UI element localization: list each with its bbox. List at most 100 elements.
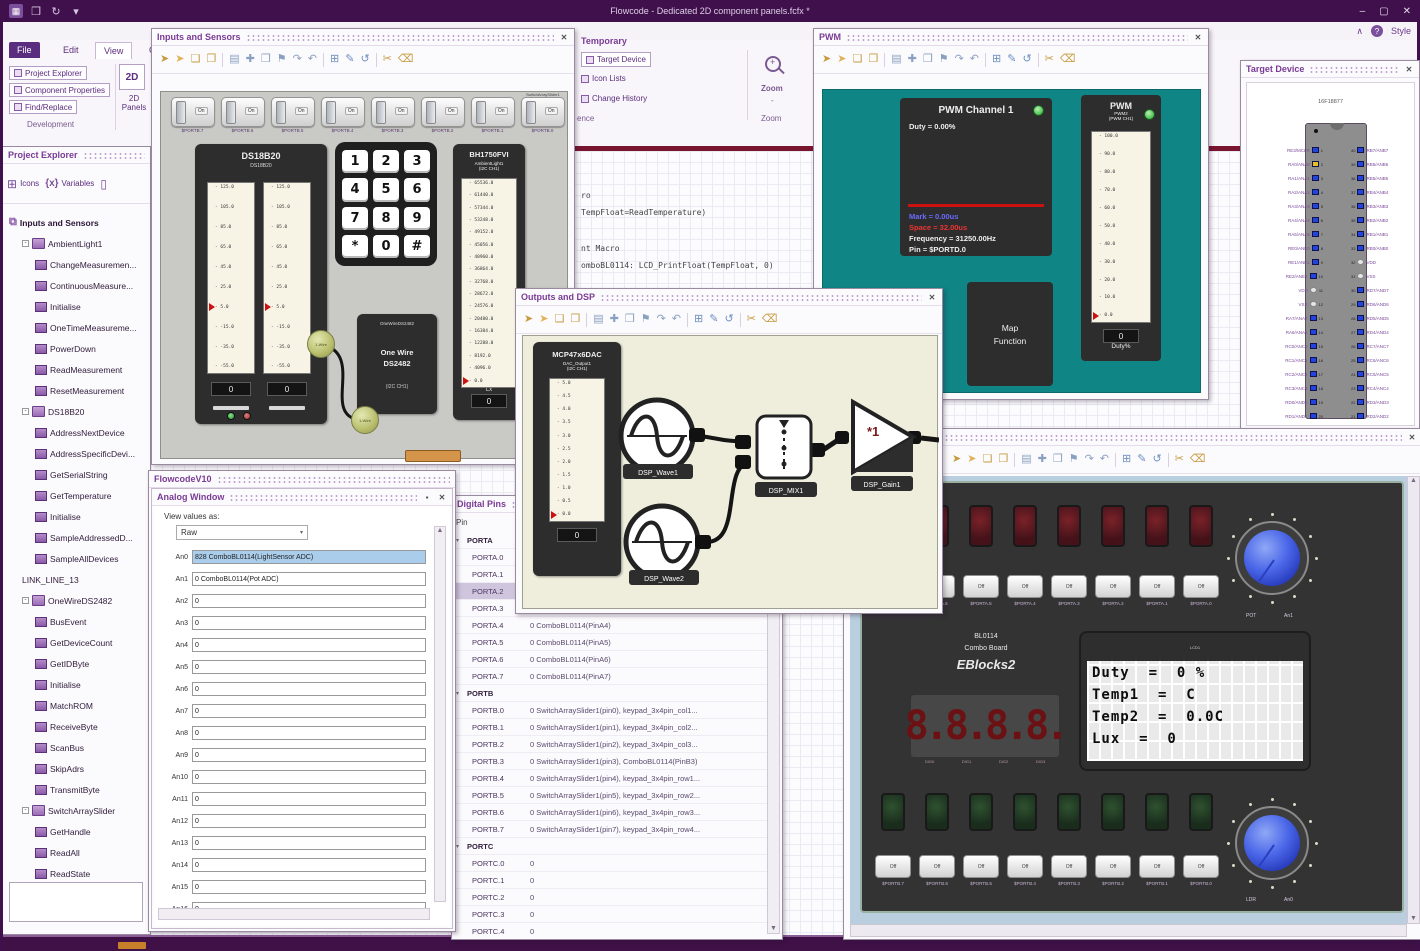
tool-icon[interactable]: ↷ — [293, 54, 302, 65]
pin-row[interactable]: PORTB.6 0 SwitchArraySlider1(pin6), keypa… — [454, 804, 768, 821]
knob-ball[interactable] — [1244, 815, 1300, 871]
pin-row[interactable]: PORTA.6 0 ComboBL0114(PinA6) — [454, 651, 768, 668]
toggle-switch[interactable]: On — [170, 97, 215, 127]
analog-value-field[interactable]: 0 — [192, 594, 426, 608]
switch-lever[interactable] — [275, 101, 286, 124]
duty-value[interactable]: 0 — [1103, 329, 1139, 343]
analog-value-field[interactable]: 0 — [192, 748, 426, 762]
tree-item[interactable]: - SwitchArraySlider — [22, 800, 115, 821]
tree-item[interactable]: ⧉ Inputs and Sensors — [9, 212, 99, 233]
tab-view[interactable]: View — [95, 42, 133, 59]
pin-group-row[interactable]: ▾ PORTC — [454, 838, 768, 855]
save-icon[interactable]: ❒ — [29, 4, 43, 18]
tree-item[interactable]: SampleAddressedD... — [35, 527, 133, 548]
tool-icon[interactable]: ➤ — [524, 314, 533, 325]
port-toggle-button[interactable]: Off — [1183, 855, 1219, 878]
tool-icon[interactable]: ▤ — [1021, 454, 1031, 465]
pin-row[interactable]: PORTC.1 0 — [454, 872, 768, 889]
tool-icon[interactable]: ❒ — [923, 54, 933, 65]
analog-value-field[interactable]: 0 — [192, 880, 426, 894]
tool-icon[interactable]: ❏ — [852, 54, 862, 65]
pin-row[interactable]: PORTC.0 0 — [454, 855, 768, 872]
tab-edit[interactable]: Edit — [55, 42, 87, 58]
tool-icon[interactable]: ➤ — [822, 54, 831, 65]
keypad-key[interactable]: 0 — [373, 234, 399, 258]
tool-icon[interactable]: ↶ — [1100, 454, 1109, 465]
pwm-slider-component[interactable]: PWM PWM2 (PWM CH1) - 100.0- 90.0- 80.0- … — [1081, 95, 1161, 361]
port-toggle-button[interactable]: Off — [963, 855, 999, 878]
tree-item[interactable]: ContinuousMeasure... — [35, 275, 133, 296]
tool-icon[interactable]: ❏ — [554, 314, 564, 325]
keypad-key[interactable]: 8 — [373, 206, 399, 230]
tool-icon[interactable]: ❒ — [625, 314, 635, 325]
toggle-switch[interactable]: On — [520, 97, 565, 127]
switch-lever[interactable] — [475, 101, 486, 124]
toggle-switch[interactable]: On — [470, 97, 515, 127]
tree-item[interactable]: SampleAllDevices — [35, 548, 119, 569]
minimize-button[interactable]: – — [1360, 6, 1366, 17]
help-icon[interactable]: ? — [1370, 25, 1383, 37]
switch-lever[interactable] — [525, 101, 536, 124]
tool-icon[interactable]: ⌫ — [762, 314, 778, 325]
tool-icon[interactable]: ↶ — [970, 54, 979, 65]
tree-item[interactable]: LINK_LINE_13 — [22, 569, 79, 590]
tool-icon[interactable]: ▤ — [229, 54, 239, 65]
toggle-change-history[interactable]: Change History — [581, 94, 647, 103]
keypad-key[interactable]: 5 — [373, 178, 399, 202]
inputs-panel-canvas[interactable]: On $PORTB.7 On $PORTB.6 On $PORTB.5 On $PORTB.4… — [160, 91, 568, 462]
tool-icon[interactable]: ↺ — [724, 314, 733, 325]
toggle-switch[interactable]: On — [270, 97, 315, 127]
port-toggle-button[interactable]: Off — [1051, 855, 1087, 878]
tree-item[interactable]: - AmbientLight1 — [22, 233, 102, 254]
drag-texture[interactable] — [600, 293, 922, 301]
keypad-key[interactable]: # — [404, 234, 430, 258]
tree-item[interactable]: ReadMeasurement — [35, 359, 122, 380]
onewire-plug[interactable]: 1-Wire — [351, 406, 379, 434]
analog-value-field[interactable]: 0 — [192, 726, 426, 740]
chevron-down-icon[interactable]: ▾ — [456, 690, 459, 697]
close-icon[interactable]: ✕ — [437, 493, 447, 502]
quickbar-dropdown-icon[interactable]: ▾ — [69, 4, 83, 18]
tool-icon[interactable]: ↶ — [672, 314, 681, 325]
drag-texture[interactable] — [82, 151, 145, 159]
ribbon-collapse-icon[interactable]: ∧ — [1356, 26, 1363, 37]
tool-icon[interactable]: ✎ — [709, 314, 718, 325]
pin-row[interactable]: PORTB.0 0 SwitchArraySlider1(pin0), keypa… — [454, 702, 768, 719]
lux-value[interactable]: 0 — [471, 394, 507, 408]
tool-icon[interactable]: ⚑ — [277, 54, 287, 65]
board-horizontal-scrollbar[interactable] — [850, 924, 1407, 937]
port-toggle-button[interactable]: Off — [1007, 575, 1043, 598]
switch-lever[interactable] — [375, 101, 386, 124]
drag-texture[interactable] — [216, 475, 450, 483]
pin-row[interactable]: PORTC.2 0 — [454, 889, 768, 906]
tool-icon[interactable]: ✂ — [1045, 54, 1054, 65]
zoom-label[interactable]: Zoom — [761, 84, 783, 93]
port-toggle-button[interactable]: Off — [919, 855, 955, 878]
knob-ball[interactable] — [1244, 530, 1300, 586]
pin-row[interactable]: PORTB.2 0 SwitchArraySlider1(pin2), keypa… — [454, 736, 768, 753]
scale-marker[interactable] — [463, 377, 473, 385]
tool-icon[interactable]: ⚑ — [939, 54, 949, 65]
tree-item[interactable]: AddressSpecificDevi... — [35, 443, 135, 464]
tool-icon[interactable]: ❐ — [868, 54, 878, 65]
close-icon[interactable]: ✕ — [1407, 433, 1417, 442]
tool-icon[interactable]: ⊞ — [1122, 454, 1131, 465]
keypad-key[interactable]: 9 — [404, 206, 430, 230]
analog-value-field[interactable]: 0 — [192, 792, 426, 806]
close-icon[interactable]: ✕ — [1404, 65, 1414, 74]
tool-icon[interactable]: ↷ — [955, 54, 964, 65]
tool-icon[interactable]: ✚ — [1038, 454, 1047, 465]
port-toggle-button[interactable]: Off — [1095, 855, 1131, 878]
tree-expander[interactable]: - — [22, 597, 29, 604]
tool-icon[interactable]: ➤ — [539, 314, 548, 325]
pin-row[interactable]: PORTB.1 0 SwitchArraySlider1(pin1), keypa… — [454, 719, 768, 736]
scale-marker[interactable] — [265, 303, 275, 311]
tool-icon[interactable]: ➤ — [967, 454, 976, 465]
analog-value-field[interactable]: 0 — [192, 638, 426, 652]
analog-value-field[interactable]: 0 — [192, 616, 426, 630]
pin-row[interactable]: PORTB.4 0 SwitchArraySlider1(pin4), keypa… — [454, 770, 768, 787]
tool-icon[interactable]: ⚑ — [1069, 454, 1079, 465]
close-button[interactable]: ✕ — [1403, 6, 1411, 17]
tool-icon[interactable]: ➤ — [952, 454, 961, 465]
2d-panel-button[interactable]: 2D — [119, 64, 145, 90]
